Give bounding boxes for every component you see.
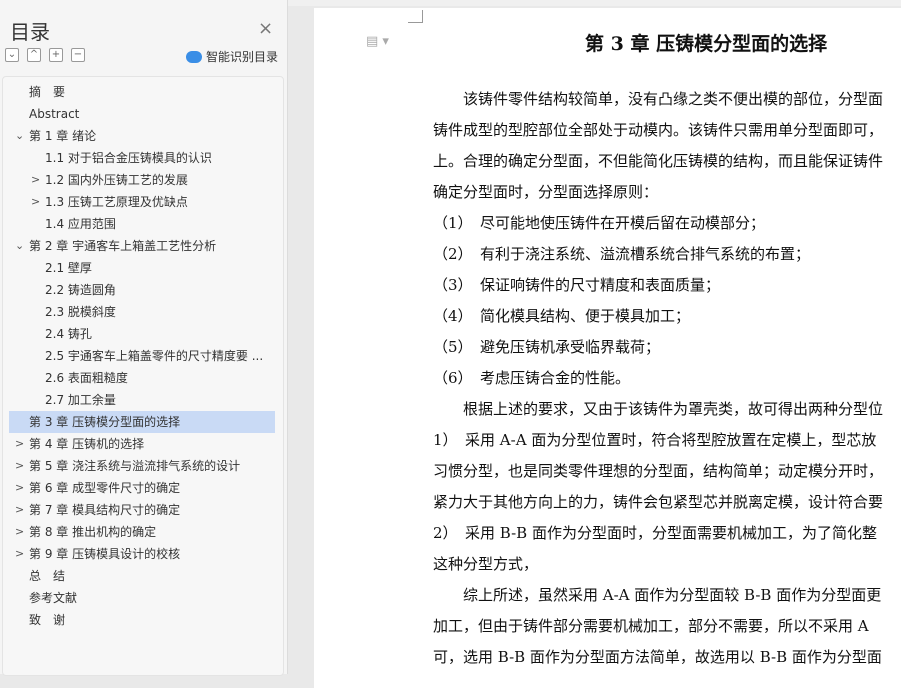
toc-item[interactable]: > 第 9 章 压铸模具设计的校核 [9, 543, 275, 565]
toc-list: 摘 要 Abstract ⌄ 第 1 章 绪论 1.1 对于铝合金压铸模具的认识 >1.2… [2, 76, 284, 676]
toc-item[interactable]: ⌄ 第 2 章 宇通客车上箱盖工艺性分析 [9, 235, 275, 257]
toc-item-label: 2.6 表面粗糙度 [45, 371, 128, 385]
toc-item[interactable]: ⌄ 第 1 章 绪论 [9, 125, 275, 147]
body-line: 铸件成型的型腔部位全部处于动模内。该铸件只需用单分型面即可， [433, 121, 884, 139]
chapter-title: 第 3 章 压铸模分型面的选择 [585, 33, 828, 55]
chevron-down-icon[interactable]: ⌄ [15, 235, 24, 257]
toc-item-label: 1.3 压铸工艺原理及优缺点 [45, 195, 188, 209]
toc-item[interactable]: > 第 4 章 压铸机的选择 [9, 433, 275, 455]
top-strip [288, 0, 901, 6]
toc-item[interactable]: >1.2 国内外压铸工艺的发展 [9, 169, 275, 191]
toc-item-label: 第 7 章 模具结构尺寸的确定 [29, 503, 181, 517]
toc-item-label: 1.1 对于铝合金压铸模具的认识 [45, 151, 212, 165]
smart-toc-label: 智能识别目录 [206, 50, 279, 64]
toc-item[interactable]: > 第 6 章 成型零件尺寸的确定 [9, 477, 275, 499]
body-line: 上。合理的确定分型面，不但能简化压铸模的结构，而且能保证铸件 [433, 152, 884, 170]
smart-toc-button[interactable]: 智能识别目录 [186, 48, 278, 65]
toc-item[interactable]: 总 结 [9, 565, 275, 587]
chevron-right-icon[interactable]: > [31, 191, 40, 213]
close-icon[interactable]: × [258, 18, 273, 39]
toc-item[interactable]: 2.4 铸孔 [9, 323, 275, 345]
body-line: 该铸件零件结构较简单，没有凸缘之类不便出模的部位，分型面 [433, 90, 884, 108]
toc-item[interactable]: 2.6 表面粗糙度 [9, 367, 275, 389]
chevron-right-icon[interactable]: > [15, 521, 24, 543]
toc-item-label: 第 5 章 浇注系统与溢流排气系统的设计 [29, 459, 241, 473]
toc-item[interactable]: 2.7 加工余量 [9, 389, 275, 411]
chevron-right-icon[interactable]: > [15, 499, 24, 521]
toc-item[interactable]: 2.2 铸造圆角 [9, 279, 275, 301]
remove-heading-button[interactable]: − [71, 48, 85, 62]
chevron-right-icon[interactable]: > [15, 433, 24, 455]
body-line: 确定分型面时，分型面选择原则： [433, 183, 659, 201]
body-line: 1） 采用 A-A 面为分型位置时，符合将型腔放置在定模上，型芯放 [433, 431, 877, 449]
toc-item-label: 第 3 章 压铸模分型面的选择 [29, 415, 181, 429]
toc-item-label: 参考文献 [29, 591, 78, 605]
toc-item[interactable]: 参考文献 [9, 587, 275, 609]
toc-item-label: 2.3 脱模斜度 [45, 305, 116, 319]
body-line: 可，选用 B-B 面作为分型面方法简单，故选用以 B-B 面作为分型面 [433, 648, 882, 666]
body-line: 紧力大于其他方向上的力，铸件会包紧型芯并脱离定模，设计符合要 [433, 493, 884, 511]
toc-item[interactable]: > 第 5 章 浇注系统与溢流排气系统的设计 [9, 455, 275, 477]
chevron-right-icon[interactable]: > [31, 169, 40, 191]
chevron-down-icon[interactable]: ⌄ [15, 125, 24, 147]
toc-item-label: 2.4 铸孔 [45, 327, 92, 341]
toc-item-label: 第 4 章 压铸机的选择 [29, 437, 145, 451]
body-line: 习惯分型，也是同类零件理想的分型面，结构简单；动定模分开时， [433, 462, 884, 480]
toc-item[interactable]: Abstract [9, 103, 275, 125]
toc-item-label: 1.2 国内外压铸工艺的发展 [45, 173, 188, 187]
body-line: 2） 采用 B-B 面作为分型面时，分型面需要机械加工，为了简化整 [433, 524, 877, 542]
collapse-all-button[interactable]: ⌄ [5, 48, 19, 62]
toc-item[interactable]: > 第 7 章 模具结构尺寸的确定 [9, 499, 275, 521]
toc-item-label: 2.2 铸造圆角 [45, 283, 116, 297]
body-line: 加工，但由于铸件部分需要机械加工，部分不需要，所以不采用 A [433, 617, 869, 635]
document-menu-icon[interactable]: ▤ ▾ [366, 34, 389, 49]
toc-item-label: 第 6 章 成型零件尺寸的确定 [29, 481, 181, 495]
toc-item[interactable]: 2.1 壁厚 [9, 257, 275, 279]
body-line: （5） 避免压铸机承受临界载荷； [433, 338, 661, 356]
body-line: 根据上述的要求，又由于该铸件为罩壳类，故可得出两种分型位 [433, 400, 884, 418]
toc-sidebar: 目录 × ⌄ ^ + − 智能识别目录 摘 要 Abstract ⌄ 第 1 章 绪论… [0, 0, 288, 676]
toc-item[interactable]: 1.4 应用范围 [9, 213, 275, 235]
body-line: （6） 考虑压铸合金的性能。 [433, 369, 631, 387]
toc-item-label: 致 谢 [29, 613, 66, 627]
body-line: （4） 简化模具结构、便于模具加工； [433, 307, 691, 325]
body-line: （2） 有利于浇注系统、溢流槽系统合排气系统的布置； [433, 245, 811, 263]
toc-item-label: 摘 要 [29, 85, 66, 99]
toc-item-label: 第 2 章 宇通客车上箱盖工艺性分析 [29, 239, 217, 253]
expand-up-button[interactable]: ^ [27, 48, 41, 62]
cloud-icon [186, 50, 202, 63]
toc-item[interactable]: 2.3 脱模斜度 [9, 301, 275, 323]
page-corner-mark [408, 10, 423, 23]
chevron-right-icon[interactable]: > [15, 455, 24, 477]
sidebar-title: 目录 [10, 20, 50, 44]
toc-item-label: 第 9 章 压铸模具设计的校核 [29, 547, 181, 561]
toc-item[interactable]: 致 谢 [9, 609, 275, 631]
toc-item-label: Abstract [29, 107, 80, 121]
toc-item-label: 第 8 章 推出机构的确定 [29, 525, 157, 539]
toc-toolbar: ⌄ ^ + − [5, 48, 85, 62]
body-line: 这种分型方式， [433, 555, 539, 573]
toc-item-label: 1.4 应用范围 [45, 217, 116, 231]
body-line: （3） 保证响铸件的尺寸精度和表面质量； [433, 276, 721, 294]
toc-item[interactable]: >1.3 压铸工艺原理及优缺点 [9, 191, 275, 213]
chevron-right-icon[interactable]: > [15, 543, 24, 565]
add-heading-button[interactable]: + [49, 48, 63, 62]
toc-item[interactable]: 第 3 章 压铸模分型面的选择 [9, 411, 275, 433]
toc-item-label: 2.5 宇通客车上箱盖零件的尺寸精度要 ... [45, 349, 264, 363]
toc-item-label: 第 1 章 绪论 [29, 129, 97, 143]
body-line: 综上所述，虽然采用 A-A 面作为分型面较 B-B 面作为分型面更 [433, 586, 882, 604]
toc-item-label: 总 结 [29, 569, 66, 583]
toc-item[interactable]: 1.1 对于铝合金压铸模具的认识 [9, 147, 275, 169]
body-line: （1） 尽可能地使压铸件在开模后留在动模部分； [433, 214, 766, 232]
toc-item[interactable]: 2.5 宇通客车上箱盖零件的尺寸精度要 ... [9, 345, 275, 367]
toc-item[interactable]: > 第 8 章 推出机构的确定 [9, 521, 275, 543]
toc-item-label: 2.7 加工余量 [45, 393, 116, 407]
chevron-right-icon[interactable]: > [15, 477, 24, 499]
toc-item[interactable]: 摘 要 [9, 81, 275, 103]
toc-item-label: 2.1 壁厚 [45, 261, 92, 275]
